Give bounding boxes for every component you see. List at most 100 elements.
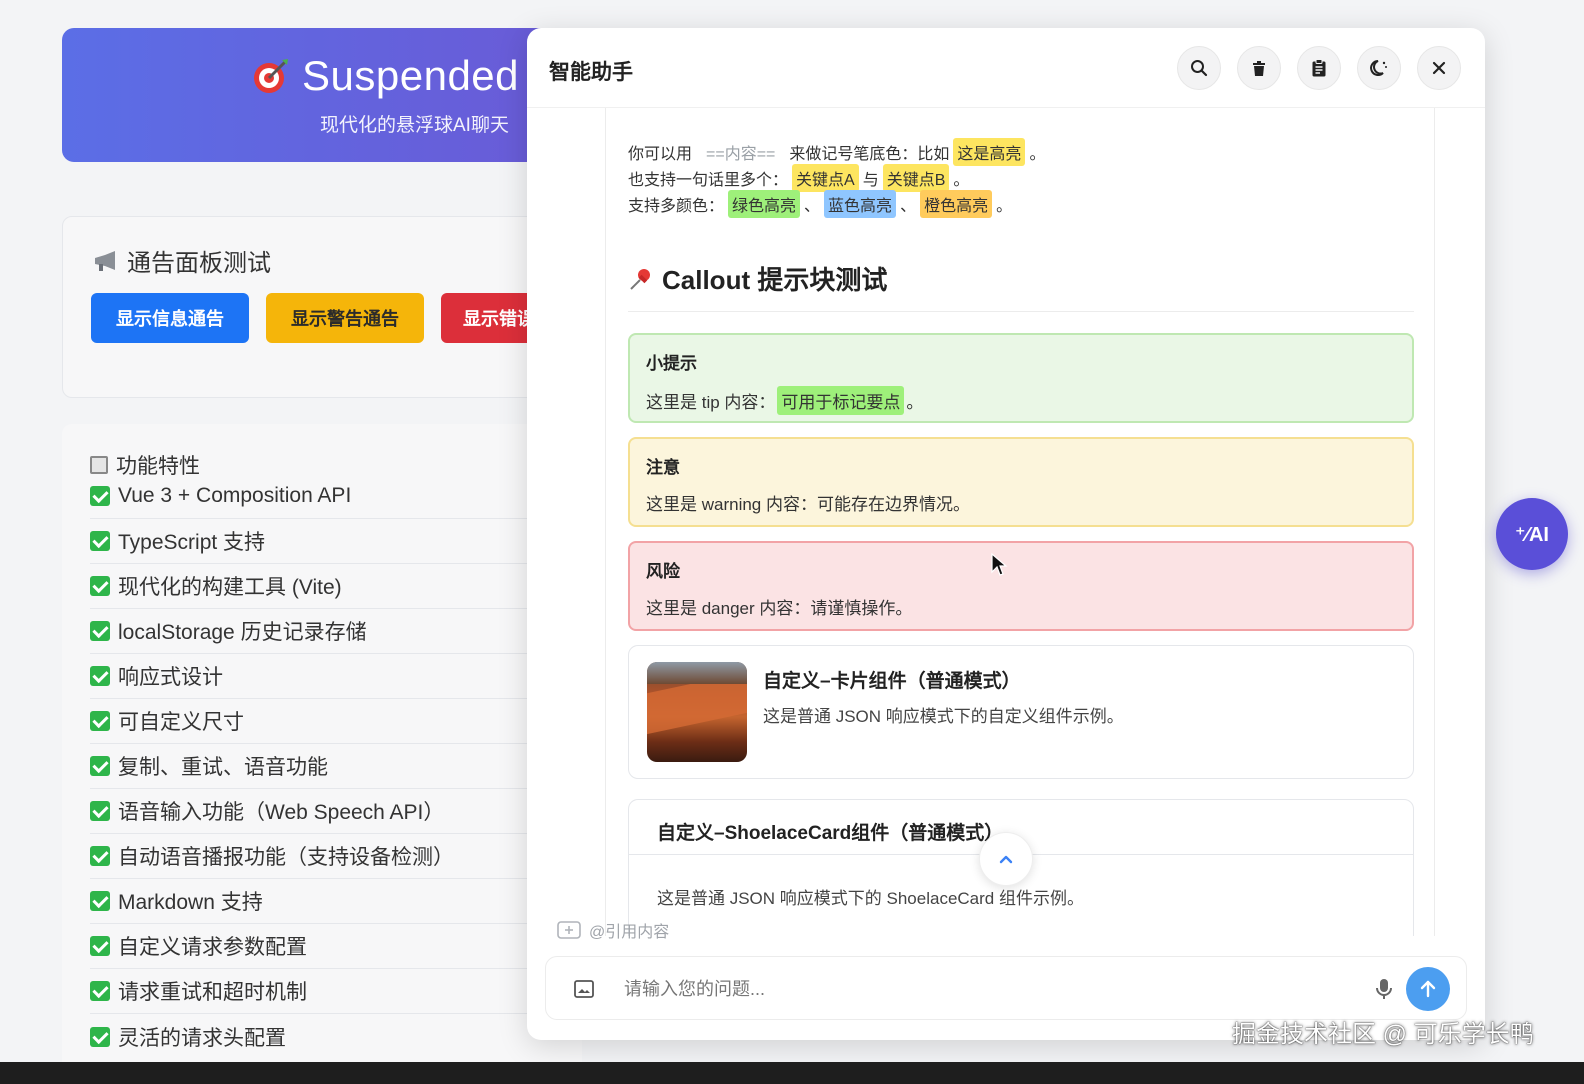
check-icon (90, 621, 110, 641)
megaphone-icon (95, 250, 115, 271)
check-icon (90, 1026, 110, 1047)
message-area[interactable]: 你可以用 ==内容== 来做记号笔底色：比如 这是高亮 。 也支持一句话里多个：… (605, 108, 1435, 936)
chat-title: 智能助手 (549, 61, 633, 84)
text: 你可以用 (628, 146, 693, 163)
callout-text: 这里是 warning 内容：可能存在边界情况。 (646, 495, 970, 514)
chat-input-box (545, 956, 1467, 1020)
notice-panel: 通告面板测试 显示信息通告 显示警告通告 显示错误通告 (62, 216, 599, 398)
syntax-example: ==内容== (706, 146, 776, 163)
pushpin-icon (630, 268, 650, 290)
feature-label: 自动语音播报功能（支持设备检测） (118, 846, 454, 869)
callout-title: 风险 (646, 562, 680, 581)
check-icon (90, 711, 110, 731)
banner-title-text: Suspended (302, 52, 520, 99)
check-icon (90, 486, 110, 506)
list-item: TypeScript 支持 (90, 519, 560, 564)
scroll-to-top-button[interactable] (979, 832, 1033, 886)
theme-toggle-button[interactable] (1357, 46, 1401, 90)
copy-button[interactable] (1297, 46, 1341, 90)
feature-label: TypeScript 支持 (118, 531, 266, 554)
highlight-green: 绿色高亮 (728, 190, 801, 218)
chat-panel: 智能助手 你可以用 ==内容== 来做记号笔底色：比如 这是高亮 。 也支持一句… (527, 28, 1485, 1040)
feature-label: 语音输入功能（Web Speech API） (118, 801, 445, 824)
check-icon (90, 801, 110, 821)
highlight-yellow: 关键点A (792, 164, 859, 192)
feature-label: 灵活的请求头配置 (118, 1026, 286, 1050)
check-icon (90, 756, 110, 776)
list-item: 灵活的请求头配置 (90, 1014, 560, 1059)
close-button[interactable] (1417, 46, 1461, 90)
send-button[interactable] (1406, 967, 1450, 1011)
feature-label: 请求重试和超时机制 (118, 981, 307, 1004)
section-title: Callout 提示块测试 (628, 260, 1414, 312)
feature-label: 现代化的构建工具 (Vite) (118, 576, 342, 599)
feature-label: 自定义请求参数配置 (118, 936, 307, 959)
bottom-bar (0, 1062, 1584, 1084)
notice-title-text: 通告面板测试 (127, 250, 271, 277)
text: 。 (953, 172, 970, 189)
list-item: Vue 3 + Composition API (90, 474, 560, 519)
list-item: 语音输入功能（Web Speech API） (90, 789, 560, 834)
list-item: localStorage 历史记录存储 (90, 609, 560, 654)
custom-card[interactable]: 自定义–卡片组件（普通模式） 这是普通 JSON 响应模式下的自定义组件示例。 (628, 645, 1414, 779)
list-item: 自定义请求参数配置 (90, 924, 560, 969)
check-icon (90, 531, 110, 551)
text: 与 (862, 172, 879, 189)
chat-input[interactable] (624, 971, 1344, 1007)
feature-label: 复制、重试、语音功能 (118, 756, 328, 779)
clipboard-icon (1312, 59, 1326, 77)
text: 、 (804, 198, 821, 215)
highlight-yellow: 这是高亮 (953, 138, 1026, 166)
watermark: 掘金技术社区 @ 可乐学长鸭 (1232, 1021, 1534, 1048)
feature-label: Vue 3 + Composition API (118, 484, 352, 507)
text: 。 (996, 198, 1013, 215)
check-icon (90, 981, 110, 1001)
highlight-orange: 橙色高亮 (920, 190, 993, 218)
check-icon (90, 891, 110, 911)
card-description: 这是普通 JSON 响应模式下的自定义组件示例。 (763, 707, 1124, 726)
text: 来做记号笔底色：比如 (789, 146, 950, 163)
feature-list: 功能特性 Vue 3 + Composition API TypeScript … (62, 424, 582, 1074)
arrow-up-icon (1420, 980, 1436, 998)
hero-banner: Suspended 现代化的悬浮球AI聊天 (62, 28, 582, 162)
chevron-up-icon (999, 855, 1013, 864)
highlight-blue: 蓝色高亮 (824, 190, 897, 218)
show-info-notice-button[interactable]: 显示信息通告 (91, 293, 249, 343)
list-item: 响应式设计 (90, 654, 560, 699)
image-upload-icon[interactable] (572, 977, 596, 1001)
banner-title: Suspended (252, 52, 519, 100)
search-button[interactable] (1177, 46, 1221, 90)
highlight-line: 支持多颜色： 绿色高亮 、 蓝色高亮 、 橙色高亮 。 (628, 190, 1012, 218)
banner-subtitle: 现代化的悬浮球AI聊天 (320, 115, 509, 136)
show-warning-notice-button[interactable]: 显示警告通告 (266, 293, 424, 343)
callout-warning: 注意 这里是 warning 内容：可能存在边界情况。 (628, 437, 1414, 527)
card-image (647, 662, 747, 762)
highlight-green: 可用于标记要点 (777, 386, 905, 415)
shoelace-card-description: 这是普通 JSON 响应模式下的 ShoelaceCard 组件示例。 (657, 889, 1084, 908)
shoelace-card-title: 自定义–ShoelaceCard组件（普通模式） (657, 823, 1004, 844)
clear-history-button[interactable] (1237, 46, 1281, 90)
text: 、 (900, 198, 917, 215)
list-item: 请求重试和超时机制 (90, 969, 560, 1014)
close-icon (1432, 61, 1446, 75)
section-title-text: Callout 提示块测试 (662, 265, 888, 295)
callout-title: 注意 (646, 458, 680, 477)
ai-float-ball[interactable]: ⁺⁄AI (1496, 498, 1568, 570)
microphone-icon[interactable] (1370, 975, 1398, 1003)
highlight-yellow: 关键点B (882, 164, 950, 192)
card-title: 自定义–卡片组件（普通模式） (763, 671, 1021, 692)
list-item: 自动语音播报功能（支持设备检测） (90, 834, 560, 879)
callout-text: 这里是 tip 内容： 可用于标记要点 。 (646, 386, 1396, 415)
add-quote-icon (557, 921, 581, 939)
mouse-cursor-icon (991, 552, 1008, 576)
callout-tip: 小提示 这里是 tip 内容： 可用于标记要点 。 (628, 333, 1414, 423)
list-item: 现代化的构建工具 (Vite) (90, 564, 560, 609)
list-item: 可自定义尺寸 (90, 699, 560, 744)
list-item: 复制、重试、语音功能 (90, 744, 560, 789)
quote-reference[interactable]: @引用内容 (557, 918, 669, 942)
trash-icon (1253, 61, 1265, 76)
callout-title: 小提示 (646, 354, 697, 373)
highlight-line: 你可以用 ==内容== 来做记号笔底色：比如 这是高亮 。 (628, 138, 1045, 166)
moon-icon (1370, 60, 1387, 76)
feature-label: Markdown 支持 (118, 891, 263, 914)
